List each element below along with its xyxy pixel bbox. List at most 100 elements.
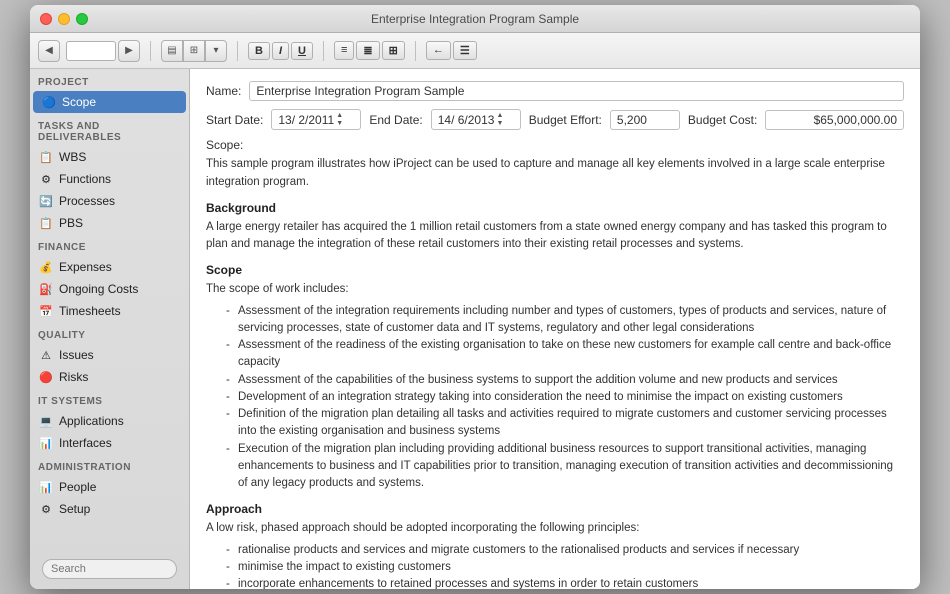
- sidebar-item-scope[interactable]: 🔵 Scope: [33, 91, 186, 113]
- sidebar-item-processes-label: Processes: [59, 194, 115, 208]
- scope-bullet-6: Execution of the migration plan includin…: [226, 441, 904, 493]
- scope-bullets: Assessment of the integration requiremen…: [226, 303, 904, 493]
- approach-bullet-3: incorporate enhancements to retained pro…: [226, 576, 904, 589]
- sidebar-item-interfaces[interactable]: 📊 Interfaces: [30, 432, 189, 454]
- sidebar-item-issues-label: Issues: [59, 348, 94, 362]
- sidebar-item-processes[interactable]: 🔄 Processes: [30, 190, 189, 212]
- sep3: [323, 41, 324, 61]
- approach-intro-para: A low risk, phased approach should be ad…: [206, 520, 904, 537]
- sidebar-item-ongoing-costs[interactable]: ⛽ Ongoing Costs: [30, 278, 189, 300]
- background-text: A large energy retailer has acquired the…: [206, 219, 904, 254]
- tasks-section-label: TASKS AND DELIVERABLES: [30, 113, 189, 146]
- expenses-icon: 💰: [38, 259, 54, 275]
- close-button[interactable]: [40, 13, 52, 25]
- list-numbered-button[interactable]: ≣: [356, 41, 379, 60]
- sidebar-item-functions-label: Functions: [59, 172, 111, 186]
- budget-cost-label: Budget Cost:: [688, 113, 757, 127]
- timesheets-icon: 📅: [38, 303, 54, 319]
- people-icon: 📊: [38, 479, 54, 495]
- start-date-field[interactable]: 13/ 2/2011 ▲ ▼: [271, 109, 361, 130]
- list-buttons: ≡ ≣ ⊞: [334, 41, 405, 60]
- name-field[interactable]: Enterprise Integration Program Sample: [249, 81, 904, 101]
- action-menu-button[interactable]: ☰: [453, 41, 477, 60]
- start-date-value: 13/ 2/2011: [278, 113, 334, 127]
- sidebar-item-scope-label: Scope: [62, 95, 96, 109]
- budget-cost-value: $65,000,000.00: [814, 113, 897, 127]
- sidebar-item-ongoing-costs-label: Ongoing Costs: [59, 282, 138, 296]
- end-date-spinner[interactable]: ▲ ▼: [496, 112, 503, 127]
- scope-bullet-5: Definition of the migration plan detaili…: [226, 406, 904, 441]
- view-toggle-button[interactable]: ▾: [205, 40, 227, 62]
- view-segment: ▤ ⊞ ▾: [161, 40, 227, 62]
- bold-button[interactable]: B: [248, 42, 270, 60]
- sidebar-item-interfaces-label: Interfaces: [59, 436, 112, 450]
- scope-bullet-3: Assessment of the capabilities of the bu…: [226, 372, 904, 389]
- sidebar-item-people[interactable]: 📊 People: [30, 476, 189, 498]
- scope-bullet-2: Assessment of the readiness of the exist…: [226, 337, 904, 372]
- start-date-label: Start Date:: [206, 113, 263, 127]
- sidebar-item-setup[interactable]: ⚙ Setup: [30, 498, 189, 520]
- interfaces-icon: 📊: [38, 435, 54, 451]
- pbs-icon: 📋: [38, 215, 54, 231]
- ongoing-costs-icon: ⛽: [38, 281, 54, 297]
- nav-input[interactable]: [66, 41, 116, 61]
- name-label: Name:: [206, 84, 241, 98]
- format-buttons: B I U: [248, 42, 313, 60]
- functions-icon: ⚙: [38, 171, 54, 187]
- view-grid-button[interactable]: ⊞: [183, 40, 205, 62]
- start-date-spinner[interactable]: ▲ ▼: [336, 112, 343, 127]
- end-date-value: 14/ 6/2013: [438, 113, 495, 127]
- sidebar-item-timesheets[interactable]: 📅 Timesheets: [30, 300, 189, 322]
- italic-button[interactable]: I: [272, 42, 289, 60]
- sidebar-item-applications-label: Applications: [59, 414, 124, 428]
- window-title: Enterprise Integration Program Sample: [371, 12, 579, 26]
- scope-intro-para: The scope of work includes:: [206, 281, 904, 298]
- sidebar-item-applications[interactable]: 💻 Applications: [30, 410, 189, 432]
- approach-bullet-1: rationalise products and services and mi…: [226, 542, 904, 559]
- back-button[interactable]: ◀: [38, 40, 60, 62]
- scope-bullet-1: Assessment of the integration requiremen…: [226, 303, 904, 338]
- project-section-label: PROJECT: [30, 69, 189, 91]
- scope-intro-text: This sample program illustrates how iPro…: [206, 156, 904, 191]
- finance-section-label: FINANCE: [30, 234, 189, 256]
- underline-button[interactable]: U: [291, 42, 313, 60]
- budget-effort-label: Budget Effort:: [529, 113, 602, 127]
- scope-heading: Scope: [206, 263, 904, 277]
- sidebar-item-wbs[interactable]: 📋 WBS: [30, 146, 189, 168]
- toolbar: ◀ ▶ ▤ ⊞ ▾ B I U ≡ ≣ ⊞ ← ☰: [30, 33, 920, 69]
- action-left-button[interactable]: ←: [426, 41, 451, 60]
- itsystems-section-label: IT SYSTEMS: [30, 388, 189, 410]
- sidebar-item-timesheets-label: Timesheets: [59, 304, 121, 318]
- risks-icon: 🔴: [38, 369, 54, 385]
- sidebar-item-pbs[interactable]: 📋 PBS: [30, 212, 189, 234]
- scope-section-label: Scope:: [206, 138, 904, 152]
- sidebar-item-risks-label: Risks: [59, 370, 88, 384]
- list-bullet-button[interactable]: ≡: [334, 41, 354, 60]
- sidebar-item-issues[interactable]: ⚠ Issues: [30, 344, 189, 366]
- action-buttons: ← ☰: [426, 41, 477, 60]
- sidebar-item-expenses-label: Expenses: [59, 260, 112, 274]
- issues-icon: ⚠: [38, 347, 54, 363]
- sidebar-item-risks[interactable]: 🔴 Risks: [30, 366, 189, 388]
- minimize-button[interactable]: [58, 13, 70, 25]
- sidebar: PROJECT 🔵 Scope TASKS AND DELIVERABLES 📋…: [30, 69, 190, 589]
- budget-effort-value: 5,200: [617, 113, 647, 127]
- forward-button[interactable]: ▶: [118, 40, 140, 62]
- sep1: [150, 41, 151, 61]
- applications-icon: 💻: [38, 413, 54, 429]
- maximize-button[interactable]: [76, 13, 88, 25]
- sidebar-item-functions[interactable]: ⚙ Functions: [30, 168, 189, 190]
- budget-effort-field[interactable]: 5,200: [610, 110, 680, 130]
- search-input[interactable]: [42, 559, 177, 579]
- setup-icon: ⚙: [38, 501, 54, 517]
- content-inner: Name: Enterprise Integration Program Sam…: [206, 81, 904, 589]
- sidebar-item-expenses[interactable]: 💰 Expenses: [30, 256, 189, 278]
- budget-cost-field[interactable]: $65,000,000.00: [765, 110, 904, 130]
- admin-section-label: ADMINISTRATION: [30, 454, 189, 476]
- view-list-button[interactable]: ▤: [161, 40, 183, 62]
- sidebar-item-wbs-label: WBS: [59, 150, 86, 164]
- end-date-field[interactable]: 14/ 6/2013 ▲ ▼: [431, 109, 521, 130]
- dates-row: Start Date: 13/ 2/2011 ▲ ▼ End Date: 14/…: [206, 109, 904, 130]
- scope-icon: 🔵: [41, 94, 57, 110]
- list-indent-button[interactable]: ⊞: [382, 41, 405, 60]
